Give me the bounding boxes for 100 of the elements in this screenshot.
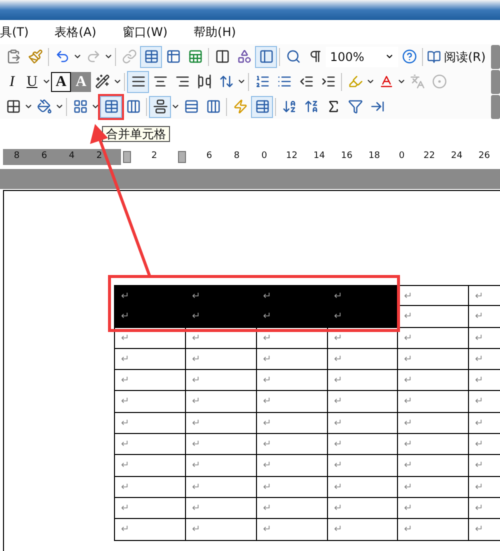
table-cell: ↵ (186, 498, 257, 520)
line-spacing-icon (218, 74, 234, 89)
table-cell: ↵ (186, 519, 257, 541)
table-cell: ↵ (186, 455, 257, 477)
table-cell: ↵ (114, 434, 186, 456)
distribute-columns-icon (206, 99, 220, 114)
table-cell: ↵ (328, 348, 398, 370)
menu-item[interactable]: 帮助(H) (194, 23, 236, 41)
ruler-number: 24 (451, 150, 462, 164)
autoformat-icon (232, 99, 248, 114)
table-cell: ↵ (186, 306, 257, 328)
table-cell: ↵ (186, 348, 257, 370)
toolbar-options[interactable] (491, 44, 500, 68)
align-center-icon (152, 74, 168, 89)
table-cell: ↵ (469, 434, 500, 456)
insert-table-icon (166, 49, 180, 64)
table-cell: ↵ (257, 476, 328, 498)
table-cell: ↵ (398, 328, 469, 349)
table-cell: ↵ (114, 348, 186, 370)
table-cell: ↵ (257, 348, 328, 370)
table-cell: ↵ (398, 412, 469, 434)
table-properties-button[interactable] (251, 96, 273, 118)
table-cell: ↵ (328, 519, 398, 541)
table-cell: ↵ (398, 285, 469, 306)
book-icon (427, 50, 441, 64)
numbered-list-icon (254, 74, 270, 89)
read-button[interactable]: 阅读(R) (425, 46, 488, 68)
ruler-number: 8 (14, 150, 20, 164)
table-cell: ↵ (257, 498, 328, 520)
pilcrow-icon (308, 49, 322, 64)
table-cell: ↵ (398, 348, 469, 370)
table-cell: ↵ (328, 370, 398, 392)
font-color-icon (378, 74, 394, 89)
paste-icon (6, 49, 20, 64)
table-cell: ↵ (257, 285, 328, 306)
toolbar-options[interactable] (491, 70, 500, 94)
character-shading-button[interactable]: A (71, 72, 91, 92)
insert-arrow-icon (370, 99, 384, 114)
table-borders-icon (144, 49, 158, 64)
table-cell: ↵ (328, 412, 398, 434)
table-cell: ↵ (469, 412, 500, 434)
toolbar-options[interactable] (491, 94, 500, 118)
tooltip: 合并单元格 (102, 126, 170, 142)
table-cell: ↵ (114, 455, 186, 477)
merge-cells-icon (104, 99, 118, 114)
shapes-icon (236, 49, 252, 64)
table-cell: ↵ (398, 434, 469, 456)
table-cell: ↵ (469, 391, 500, 413)
table-cell: ↵ (398, 498, 469, 520)
table-cell: ↵ (328, 455, 398, 477)
table-cell: ↵ (257, 306, 328, 328)
ruler-number: 18 (368, 150, 380, 164)
table-cell: ↵ (398, 306, 469, 328)
ruler-number: 26 (478, 150, 490, 164)
table-cell: ↵ (469, 306, 500, 328)
filter-icon (348, 99, 362, 114)
table-cell: ↵ (186, 412, 257, 434)
indent-marker[interactable] (122, 151, 131, 163)
distribute-icon (196, 74, 212, 89)
border-icon (6, 99, 20, 114)
underline-button[interactable]: U (22, 72, 42, 92)
spreadsheet-icon (188, 49, 202, 64)
cell-alignment-button[interactable] (149, 96, 171, 118)
decrease-indent-icon (298, 74, 314, 89)
table-cell: ↵ (114, 498, 186, 520)
menu-item[interactable]: 表格(A) (54, 23, 96, 41)
split-cells-icon (126, 99, 140, 114)
ruler-number: 2 (151, 150, 158, 164)
table-cell: ↵ (114, 328, 186, 349)
increase-indent-icon (320, 74, 336, 89)
table-cell: ↵ (469, 519, 500, 541)
table-cell: ↵ (114, 519, 186, 541)
table-cell: ↵ (114, 306, 186, 328)
menu-item[interactable]: 具(T) (0, 23, 29, 41)
justify-button[interactable] (127, 70, 149, 92)
document-map-button[interactable] (255, 46, 277, 68)
ruler-number: 0 (261, 150, 268, 164)
table-cell: ↵ (398, 519, 469, 541)
table-cell: ↵ (114, 285, 186, 306)
table-cell: ↵ (328, 498, 398, 520)
table-cell: ↵ (114, 476, 186, 498)
merge-cells-button[interactable] (100, 96, 122, 118)
table-cell: ↵ (398, 370, 469, 392)
zoom-field[interactable]: 100% (326, 46, 398, 66)
character-border-button[interactable]: A (51, 72, 71, 92)
table-cell: ↵ (186, 434, 257, 456)
italic-button[interactable]: I (2, 72, 22, 92)
help-icon (402, 49, 416, 64)
table-borders-button[interactable] (140, 46, 162, 68)
table-cell: ↵ (469, 476, 500, 498)
preview-icon (286, 49, 300, 64)
menu-item[interactable]: 窗口(W) (122, 23, 168, 41)
indent-marker[interactable] (178, 151, 186, 163)
justify-icon (130, 74, 146, 89)
shading-icon (36, 99, 52, 114)
table-cell: ↵ (469, 348, 500, 370)
table-cell: ↵ (186, 285, 257, 306)
ruler-number: 22 (424, 150, 435, 164)
ruler-number: 14 (314, 150, 325, 164)
columns-icon (214, 49, 230, 64)
